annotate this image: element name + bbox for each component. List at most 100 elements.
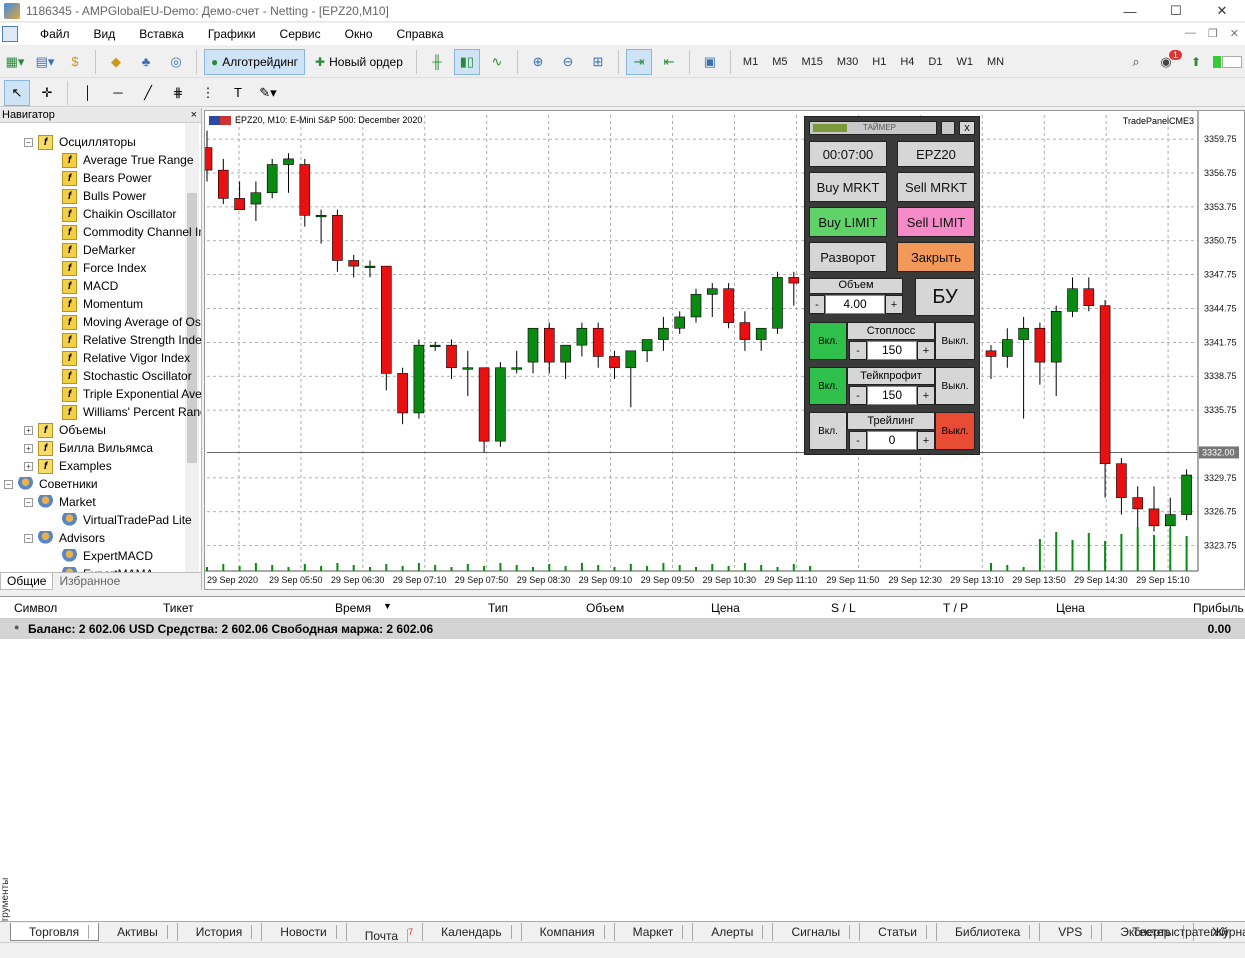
toolbox-tab[interactable]: История [178, 922, 263, 941]
timeframe-h1[interactable]: H1 [865, 56, 893, 68]
col-tp[interactable]: T / P [943, 601, 968, 615]
chart-shift-icon[interactable]: ⇤ [656, 49, 682, 75]
toolbox-tab[interactable]: Компания [522, 922, 615, 941]
expand-toggle-icon[interactable]: + [24, 425, 33, 435]
expand-toggle-icon[interactable]: − [4, 479, 13, 489]
mdi-minimize-icon[interactable]: — [1185, 27, 1196, 40]
stoploss-minus-button[interactable]: - [849, 341, 867, 360]
nav-item[interactable]: ExpertMACD [62, 547, 153, 565]
bar-chart-icon[interactable]: ╫ [424, 49, 450, 75]
toolbox-tab[interactable]: Библиотека [937, 922, 1041, 941]
trendline-icon[interactable]: ╱ [135, 80, 161, 106]
data-window-icon[interactable]: ♣ [133, 49, 159, 75]
nav-item[interactable]: f MACD [62, 277, 118, 295]
sell-market-button[interactable]: Sell MRKT [897, 172, 975, 202]
menu-insert[interactable]: Вставка [127, 27, 196, 41]
trailing-plus-button[interactable]: + [917, 431, 935, 450]
volume-input[interactable]: 4.00 [825, 295, 885, 314]
channels-icon[interactable]: ⋕ [165, 80, 191, 106]
trailing-off-toggle[interactable]: Выкл. [935, 412, 975, 450]
maximize-icon[interactable]: ☐ [1153, 0, 1199, 22]
buy-market-button[interactable]: Buy MRKT [809, 172, 887, 202]
search-icon[interactable]: ⌕ [1123, 49, 1149, 75]
timeframe-mn[interactable]: MN [980, 56, 1011, 68]
text-icon[interactable]: T [225, 80, 251, 106]
expand-toggle-icon[interactable]: − [24, 533, 33, 543]
col-type[interactable]: Тип [488, 601, 508, 615]
panel-close-button[interactable]: x [959, 121, 975, 135]
cursor-icon[interactable]: ↖ [4, 79, 30, 106]
trailing-input[interactable]: 0 [867, 431, 917, 450]
tile-windows-icon[interactable]: ⊞ [585, 49, 611, 75]
takeprofit-minus-button[interactable]: - [849, 386, 867, 405]
col-sl[interactable]: S / L [831, 601, 856, 615]
candlestick-chart[interactable]: 3359.75 3356.75 3353.75 3350.75 3347.75 3344.… [205, 111, 1244, 589]
stoploss-on-toggle[interactable]: Вкл. [809, 322, 847, 360]
nav-item[interactable]: f Relative Vigor Index [62, 349, 190, 367]
templates-icon[interactable]: ▣ [697, 49, 723, 75]
nav-item[interactable]: f Chaikin Oscillator [62, 205, 176, 223]
nav-item[interactable]: + f Объемы [24, 421, 106, 439]
breakeven-button[interactable]: БУ [915, 278, 975, 316]
algotrading-button[interactable]: ● Алготрейдинг [204, 48, 306, 75]
mdi-close-icon[interactable]: ✕ [1230, 27, 1239, 40]
tab-favorites[interactable]: Избранное [53, 573, 126, 590]
nav-item[interactable]: f Commodity Channel Index [62, 223, 201, 241]
new-chart-icon[interactable]: ▦▾ [2, 49, 28, 75]
nav-item[interactable]: ExpertMAMA [62, 565, 154, 572]
menu-help[interactable]: Справка [385, 27, 456, 41]
nav-item[interactable]: f Momentum [62, 295, 143, 313]
timer-header[interactable]: ТАЙМЕР [809, 121, 937, 135]
toolbox-tab[interactable]: Почта 7 [347, 922, 424, 943]
nav-item[interactable]: f Stochastic Oscillator [62, 367, 192, 385]
navigator-close-icon[interactable]: × [191, 109, 197, 121]
menu-file[interactable]: Файл [28, 27, 82, 41]
toolbox-tab[interactable]: Календарь [423, 922, 522, 941]
tab-general[interactable]: Общие [0, 573, 54, 590]
crosshair-icon[interactable]: ✛ [34, 80, 60, 106]
reverse-button[interactable]: Разворот [809, 242, 887, 272]
mdi-restore-icon[interactable]: ❐ [1208, 27, 1218, 40]
col-current-price[interactable]: Цена [1056, 601, 1085, 615]
stoploss-plus-button[interactable]: + [917, 341, 935, 360]
toolbox-tab[interactable]: Маркет [615, 922, 694, 941]
buy-limit-button[interactable]: Buy LIMIT [809, 207, 887, 237]
takeprofit-plus-button[interactable]: + [917, 386, 935, 405]
toolbox-tab[interactable]: Торговля [10, 922, 100, 941]
col-time[interactable]: Время [335, 601, 371, 615]
close-position-button[interactable]: Закрыть [897, 242, 975, 272]
trailing-on-toggle[interactable]: Вкл. [809, 412, 847, 450]
expand-toggle-icon[interactable]: − [24, 137, 33, 147]
navigator-icon[interactable]: ◆ [103, 49, 129, 75]
volume-minus-button[interactable]: - [809, 295, 825, 314]
nav-item[interactable]: − Advisors [24, 529, 105, 547]
shapes-icon[interactable]: ✎▾ [255, 80, 281, 106]
takeprofit-off-toggle[interactable]: Выкл. [935, 367, 975, 405]
nav-item[interactable]: VirtualTradePad Lite [62, 511, 192, 529]
document-icon[interactable] [2, 26, 18, 42]
nav-item[interactable]: f Triple Exponential Average [62, 385, 201, 403]
toolbox-tab[interactable]: Статьи [860, 922, 938, 941]
nav-item[interactable]: f Bulls Power [62, 187, 146, 205]
stoploss-input[interactable]: 150 [867, 341, 917, 360]
toolbox-tab[interactable]: Активы [99, 922, 178, 941]
signals-icon[interactable]: ◎ [163, 49, 189, 75]
timeframe-m30[interactable]: M30 [830, 56, 865, 68]
volume-plus-button[interactable]: + [885, 295, 903, 314]
zoom-out-icon[interactable]: ⊖ [555, 49, 581, 75]
candles-icon[interactable]: ▮▯ [453, 48, 480, 75]
vertical-line-icon[interactable]: │ [75, 80, 101, 106]
toolbox-tab[interactable]: VPS [1040, 922, 1103, 941]
nav-item[interactable]: f DeMarker [62, 241, 136, 259]
toolbox-tab[interactable]: Алерты [693, 922, 774, 941]
nav-item[interactable]: f Relative Strength Index [62, 331, 201, 349]
timeframe-m1[interactable]: M1 [736, 56, 765, 68]
nav-item[interactable]: f Bears Power [62, 169, 152, 187]
menu-charts[interactable]: Графики [196, 27, 268, 41]
profiles-icon[interactable]: ▤▾ [32, 49, 58, 75]
takeprofit-input[interactable]: 150 [867, 386, 917, 405]
nav-item[interactable]: f Average True Range [62, 151, 194, 169]
nav-item[interactable]: − Market [24, 493, 96, 511]
menu-window[interactable]: Окно [333, 27, 385, 41]
expand-toggle-icon[interactable]: − [24, 497, 33, 507]
